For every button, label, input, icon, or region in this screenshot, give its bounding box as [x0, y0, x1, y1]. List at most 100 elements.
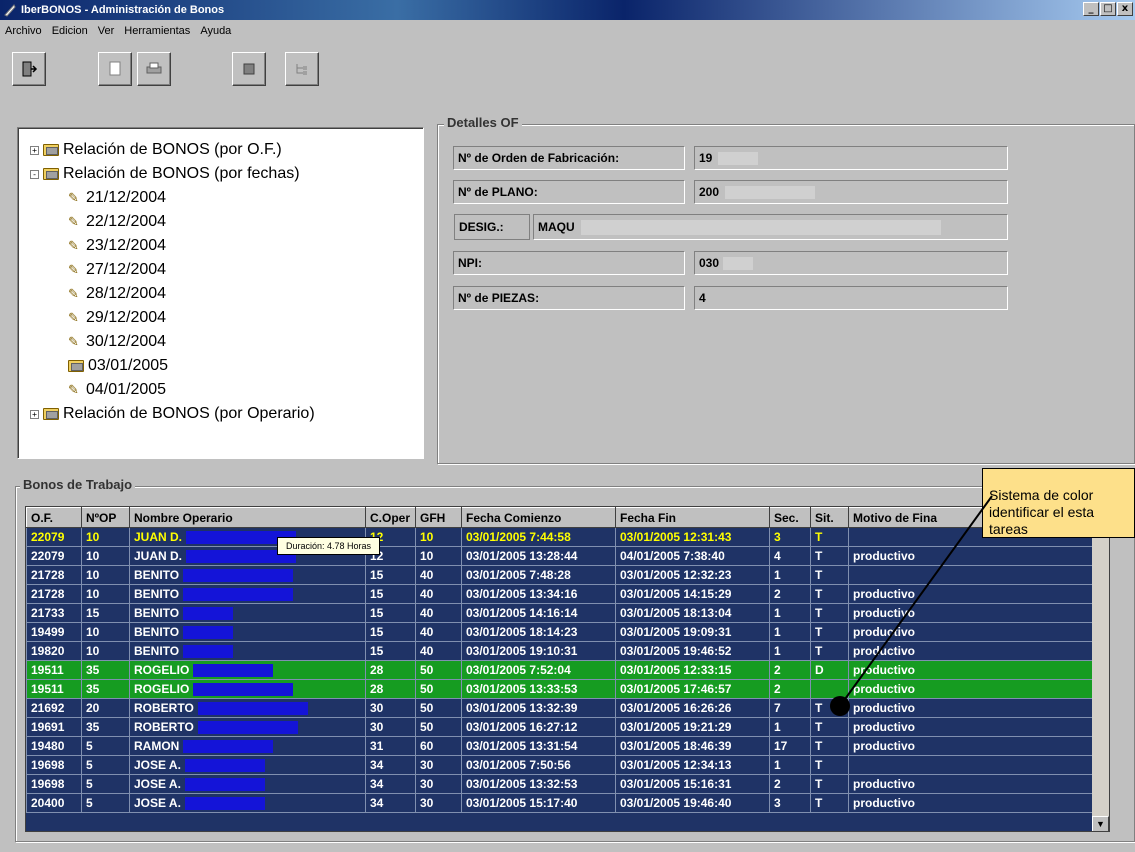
table-row[interactable]: 19499 10 BENITO 15 40 03/01/2005 18:14:23 03/0… — [26, 622, 1095, 642]
scroll-down-arrow-icon[interactable]: ▼ — [1092, 816, 1109, 831]
tree-date-item[interactable]: ✎ 04/01/2005 — [30, 378, 423, 402]
table-row[interactable]: 21692 20 ROBERTO 30 50 03/01/2005 13:32:39 03/… — [26, 698, 1095, 718]
cell-sec-text: 4 — [774, 549, 781, 563]
cell-fin-text: 03/01/2005 12:33:15 — [620, 663, 732, 677]
tree-date-item[interactable]: ✎ 23/12/2004 — [30, 234, 423, 258]
cell-fin: 03/01/2005 19:46:52 — [615, 641, 770, 661]
table-row[interactable]: 2207910JUAN D.121003/01/2005 7:44:5803/0… — [26, 527, 1095, 547]
cell-nombre-text: ROBERTO — [134, 700, 194, 715]
table-row[interactable]: 21733 15 BENITO 15 40 03/01/2005 14:16:14 03/0… — [26, 603, 1095, 623]
cell-sec-text: 1 — [774, 625, 781, 639]
cell-gfh-text: 50 — [420, 720, 434, 734]
stop-button[interactable] — [232, 52, 266, 86]
redaction-block — [197, 721, 298, 735]
cell-fin: 03/01/2005 19:46:40 — [615, 793, 770, 813]
cell-coper: 30 — [365, 717, 416, 737]
tree-date-item[interactable]: ✎ 21/12/2004 — [30, 186, 423, 210]
pin-icon: ✎ — [68, 214, 79, 229]
cell-sec: 2 — [769, 660, 811, 680]
menu-ver[interactable]: Ver — [93, 25, 120, 37]
cell-coper-text: 34 — [370, 777, 384, 791]
cell-nop-text: 10 — [86, 587, 100, 601]
col-header-sit[interactable]: Sit. — [810, 507, 849, 528]
tree-view-button[interactable] — [285, 52, 319, 86]
menu-archivo[interactable]: Archivo — [0, 25, 47, 37]
tree-date-item[interactable]: ✎ 28/12/2004 — [30, 282, 423, 306]
cell-nop-text: 35 — [86, 720, 100, 734]
tree-date-item[interactable]: ✎ 22/12/2004 — [30, 210, 423, 234]
redaction-block — [183, 626, 234, 640]
maximize-button[interactable]: □ — [1100, 2, 1116, 16]
cell-of-text: 19499 — [31, 625, 65, 639]
cell-sit: T — [810, 527, 849, 547]
col-header-gfh[interactable]: GFH — [415, 507, 462, 528]
tree-node-por-operario[interactable]: + Relación de BONOS (por Operario) — [30, 402, 423, 426]
vertical-scrollbar[interactable]: ▼ — [1092, 507, 1109, 831]
bonos-table: O.F. NºOP Nombre Operario C.Oper GFH Fec… — [25, 506, 1110, 832]
new-document-button[interactable] — [98, 52, 132, 86]
redaction-block — [197, 702, 308, 716]
cell-nop: 10 — [81, 565, 130, 585]
tree-date-label: 27/12/2004 — [86, 261, 167, 278]
tree-date-item[interactable]: ✎ 29/12/2004 — [30, 306, 423, 330]
col-header-comienzo[interactable]: Fecha Comienzo — [461, 507, 616, 528]
table-row[interactable]: 19698 5 JOSE A. 34 30 03/01/2005 7:50:56 03/01… — [26, 755, 1095, 775]
cell-sit-text: T — [815, 777, 823, 791]
table-row[interactable]: 21728 10 BENITO 15 40 03/01/2005 13:34:16 03/0… — [26, 584, 1095, 604]
tree-node-por-fechas[interactable]: - Relación de BONOS (por fechas) — [30, 162, 423, 186]
cell-of: 19698 — [26, 755, 82, 775]
cell-of-text: 21733 — [31, 606, 65, 620]
table-row[interactable]: 19820 10 BENITO 15 40 03/01/2005 19:10:31 03/0… — [26, 641, 1095, 661]
cell-fin: 03/01/2005 19:09:31 — [615, 622, 770, 642]
cell-nop-text: 5 — [86, 777, 93, 791]
col-header-of[interactable]: O.F. — [26, 507, 82, 528]
menu-herramientas[interactable]: Herramientas — [119, 25, 195, 37]
redaction-block — [193, 664, 274, 678]
expand-icon[interactable]: + — [30, 409, 39, 419]
tree-date-item[interactable]: ✎ 27/12/2004 — [30, 258, 423, 282]
cell-comienzo: 03/01/2005 13:33:53 — [461, 679, 616, 699]
cell-sec: 1 — [769, 755, 811, 775]
col-header-coper[interactable]: C.Oper — [365, 507, 416, 528]
cell-fin: 03/01/2005 12:32:23 — [615, 565, 770, 585]
tree-date-item[interactable]: ✎ 30/12/2004 — [30, 330, 423, 354]
col-header-sec[interactable]: Sec. — [769, 507, 811, 528]
window-controls: _ □ x — [1083, 2, 1133, 16]
table-row[interactable]: 19698 5 JOSE A. 34 30 03/01/2005 13:32:53 03/0… — [26, 774, 1095, 794]
print-button[interactable] — [137, 52, 171, 86]
collapse-icon[interactable]: - — [30, 169, 39, 179]
menu-ayuda[interactable]: Ayuda — [195, 25, 236, 37]
cell-nombre: ROBERTO — [129, 717, 366, 737]
cell-nop: 5 — [81, 774, 130, 794]
col-header-nombre[interactable]: Nombre Operario — [129, 507, 366, 528]
callout-line-1: Sistema de color — [989, 487, 1094, 503]
cell-coper-text: 30 — [370, 701, 384, 715]
table-row[interactable]: 21728 10 BENITO 15 40 03/01/2005 7:48:28 03/01… — [26, 565, 1095, 585]
cell-nop: 10 — [81, 641, 130, 661]
table-row[interactable]: 19691 35 ROBERTO 30 50 03/01/2005 16:27:12 03/… — [26, 717, 1095, 737]
tree-date-item-selected[interactable]: 03/01/2005 — [30, 354, 423, 378]
npi-value-text: 030 — [699, 256, 720, 270]
cell-sec: 1 — [769, 717, 811, 737]
col-header-nop[interactable]: NºOP — [81, 507, 130, 528]
cell-fin-text: 03/01/2005 19:09:31 — [620, 625, 732, 639]
close-button[interactable]: x — [1117, 2, 1133, 16]
table-row[interactable]: 19480 5 RAMON 31 60 03/01/2005 13:31:54 03/01/… — [26, 736, 1095, 756]
col-header-fin[interactable]: Fecha Fin — [615, 507, 770, 528]
table-row[interactable]: 19511 35 ROGELIO 28 50 03/01/2005 7:52:04 03/0… — [26, 660, 1095, 680]
tree-node-por-of[interactable]: + Relación de BONOS (por O.F.) — [30, 138, 423, 162]
exit-button[interactable] — [12, 52, 46, 86]
cell-gfh-text: 30 — [420, 777, 434, 791]
table-row[interactable]: 22079 10 JUAN D. 12 10 03/01/2005 13:28:44 04/… — [26, 546, 1095, 566]
cell-nombre-text: BENITO — [134, 624, 180, 639]
callout-line-2: identificar el esta — [989, 504, 1095, 520]
redaction-block — [183, 569, 294, 583]
table-row[interactable]: 19511 35 ROGELIO 28 50 03/01/2005 13:33:53 03/… — [26, 679, 1095, 699]
table-row[interactable]: 20400 5 JOSE A. 34 30 03/01/2005 15:17:40 03/0… — [26, 793, 1095, 813]
minimize-button[interactable]: _ — [1083, 2, 1099, 16]
cell-nop: 10 — [81, 527, 130, 547]
expand-icon[interactable]: + — [30, 145, 39, 155]
desig-value: MAQU — [533, 214, 1008, 240]
menu-edicion[interactable]: Edicion — [47, 25, 93, 37]
cell-nombre-text: JUAN D. — [134, 529, 183, 544]
